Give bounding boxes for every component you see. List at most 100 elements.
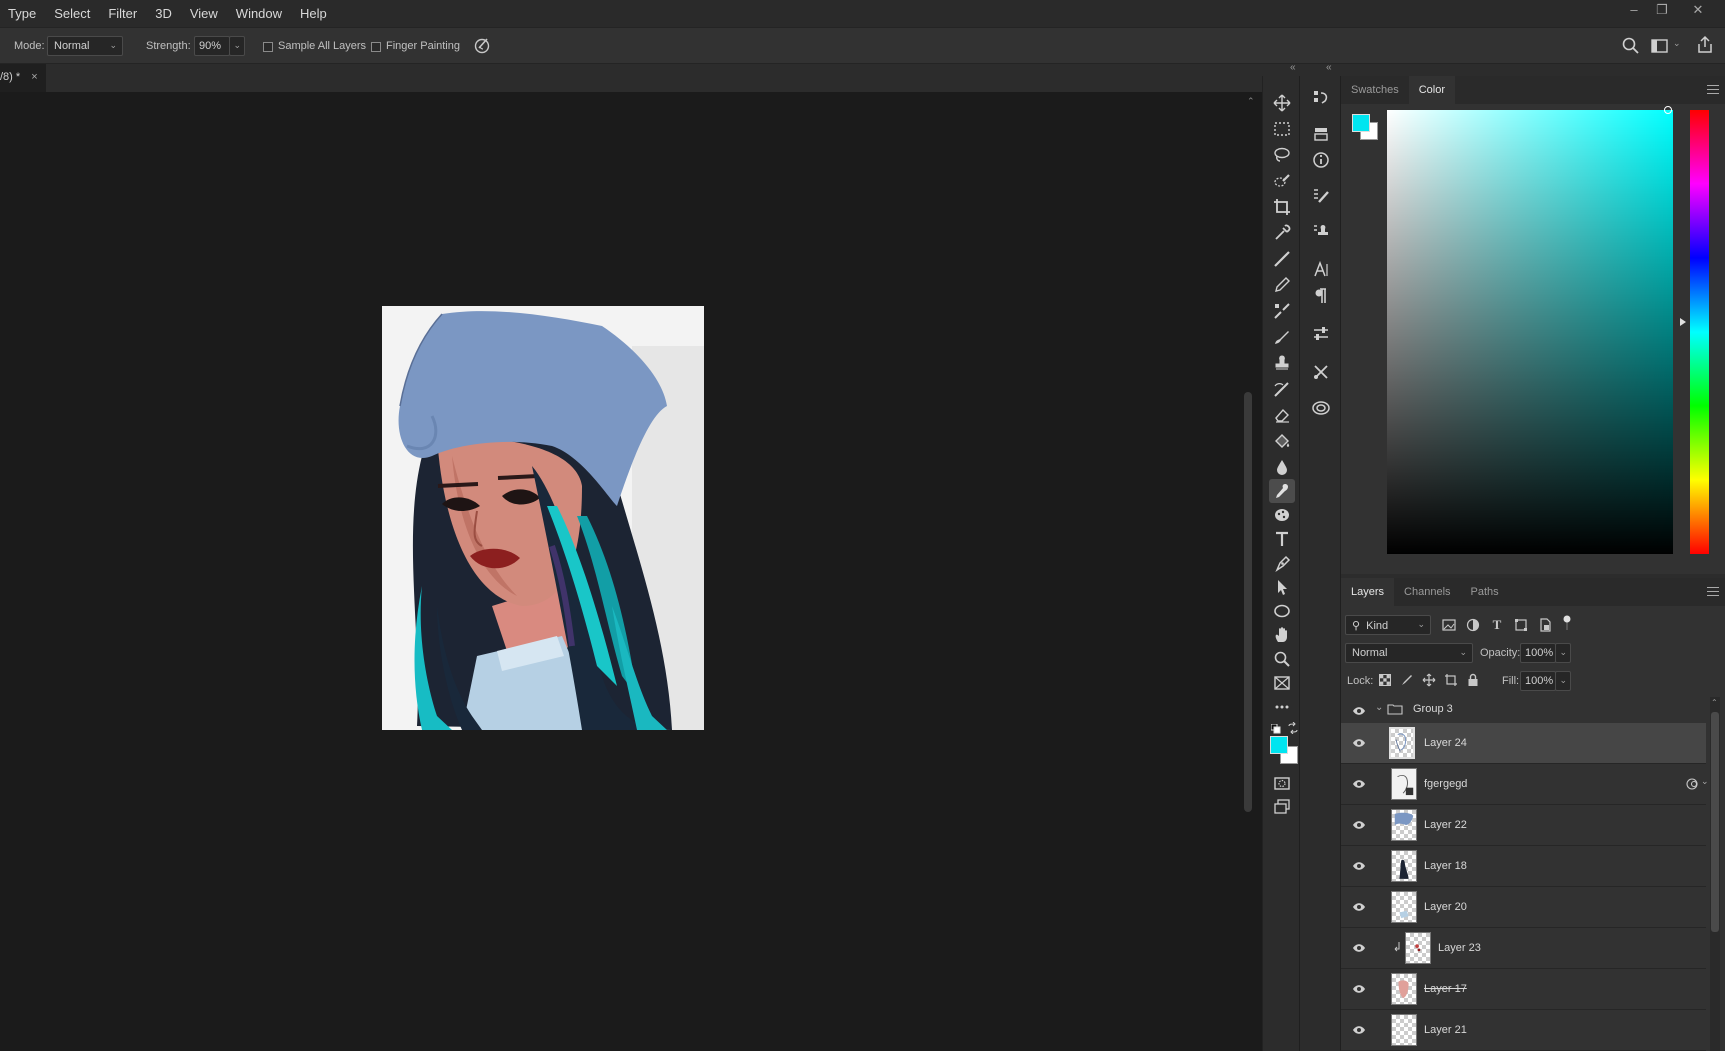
visibility-eye-icon[interactable] [1352,983,1366,997]
swap-colors-icon[interactable] [1287,721,1299,735]
lock-position-icon[interactable] [1420,671,1438,689]
close-icon[interactable]: × [31,71,37,83]
menu-window[interactable]: Window [227,0,291,27]
layer-row[interactable]: Layer 18 [1341,846,1706,887]
mixer-brush-tool-icon[interactable] [1269,299,1295,323]
paint-bucket-tool-icon[interactable] [1269,429,1295,453]
lasso-tool-icon[interactable] [1269,143,1295,167]
visibility-eye-icon[interactable] [1352,942,1366,956]
layer-comps-icon[interactable] [1308,122,1334,146]
document-tab[interactable]: /8) * × [0,64,46,92]
scroll-up-icon[interactable]: ⌃ [1247,96,1255,107]
visibility-eye-icon[interactable] [1352,737,1366,751]
visibility-eye-icon[interactable] [1352,1024,1366,1038]
spot-healing-brush-tool-icon[interactable] [1269,247,1295,271]
more-tools-icon[interactable] [1269,695,1295,719]
path-selection-tool-icon[interactable] [1269,575,1295,599]
smart-filter-icon[interactable] [1686,778,1700,793]
chevron-down-icon[interactable]: ⌄ [1375,702,1383,713]
move-tool-icon[interactable] [1269,91,1295,115]
layer-filter-dropdown[interactable]: ⚲ Kind ⌄ [1345,615,1431,635]
tab-color[interactable]: Color [1408,76,1455,104]
color-picker-field[interactable] [1387,110,1673,554]
menu-filter[interactable]: Filter [99,0,146,27]
close-button[interactable]: ✕ [1684,0,1712,20]
foreground-color-swatch[interactable] [1270,736,1288,754]
paragraph-icon[interactable] [1308,284,1334,308]
filter-toggle-icon[interactable] [1558,614,1576,632]
pencil-tool-icon[interactable] [1269,273,1295,297]
clone-stamp-tool-icon[interactable] [1269,351,1295,375]
filter-pixel-icon[interactable] [1440,616,1458,634]
visibility-eye-icon[interactable] [1352,860,1366,874]
mode-dropdown[interactable]: Normal ⌄ [47,36,123,56]
visibility-eye-icon[interactable] [1352,901,1366,915]
color-picker-cursor[interactable] [1664,106,1672,114]
chevron-down-icon[interactable]: ⌄ [1673,38,1681,49]
filter-adjustment-icon[interactable] [1464,616,1482,634]
default-colors-icon[interactable] [1270,723,1281,734]
fill-input[interactable]: 100% [1520,671,1556,691]
panel-menu-icon[interactable] [1707,587,1719,596]
blend-mode-dropdown[interactable]: Normal ⌄ [1345,643,1473,663]
brush-tool-icon[interactable] [1269,325,1295,349]
scroll-up-icon[interactable]: ⌃ [1711,698,1718,707]
quick-mask-icon[interactable] [1269,771,1295,795]
lock-pixels-icon[interactable] [1398,671,1416,689]
artwork-canvas[interactable] [382,306,704,730]
history-brush-tool-icon[interactable] [1269,377,1295,401]
filter-type-icon[interactable]: T [1488,616,1506,634]
finger-painting-checkbox[interactable] [371,42,381,52]
menu-help[interactable]: Help [291,0,336,27]
menu-select[interactable]: Select [45,0,99,27]
tab-layers[interactable]: Layers [1341,578,1395,606]
frame-tool-icon[interactable] [1269,671,1295,695]
share-icon[interactable] [1695,35,1715,55]
tab-paths[interactable]: Paths [1461,578,1509,606]
lock-artboard-icon[interactable] [1442,671,1460,689]
adjustments-icon[interactable] [1308,322,1334,346]
ellipse-tool-icon[interactable] [1269,599,1295,623]
layers-scrollbar-thumb[interactable] [1711,712,1719,932]
clone-source-icon[interactable] [1308,220,1334,244]
brush-settings-icon[interactable] [1308,184,1334,208]
type-tool-icon[interactable] [1269,527,1295,551]
menu-type[interactable]: Type [0,0,45,27]
character-icon[interactable] [1308,258,1334,282]
pressure-icon[interactable] [472,35,492,55]
tab-swatches[interactable]: Swatches [1341,76,1409,104]
canvas-scrollbar-thumb[interactable] [1244,392,1252,812]
filter-shape-icon[interactable] [1512,616,1530,634]
hue-slider[interactable] [1690,110,1709,554]
opacity-dropdown[interactable]: ⌄ [1555,643,1571,663]
zoom-tool-icon[interactable] [1269,647,1295,671]
layer-row[interactable]: Layer 20 [1341,887,1706,928]
opacity-input[interactable]: 100% [1520,643,1556,663]
lock-all-icon[interactable] [1464,671,1482,689]
marquee-tool-icon[interactable] [1269,117,1295,141]
crop-tool-icon[interactable] [1269,195,1295,219]
tab-channels[interactable]: Channels [1394,578,1460,606]
info-icon[interactable] [1308,148,1334,172]
workspace-icon[interactable] [1650,36,1670,56]
panel-foreground-swatch[interactable] [1352,114,1370,132]
filter-smart-object-icon[interactable] [1536,616,1554,634]
restore-button[interactable]: ❐ [1648,0,1676,20]
hand-tool-icon[interactable] [1269,623,1295,647]
pen-tool-icon[interactable] [1269,551,1295,575]
collapse-left-icon[interactable]: « [1290,62,1296,73]
minimize-button[interactable]: – [1620,0,1648,20]
layer-row[interactable]: Layer 21 [1341,1010,1706,1051]
visibility-eye-icon[interactable] [1352,705,1366,719]
search-icon[interactable] [1621,36,1641,56]
panel-menu-icon[interactable] [1707,85,1719,94]
strength-input[interactable]: 90% [194,36,230,56]
sponge-tool-icon[interactable] [1269,503,1295,527]
layer-row[interactable]: Layer 24 [1341,723,1706,764]
layer-row[interactable]: fgergegd ⌄ [1341,764,1709,805]
layer-row[interactable]: Layer 23 [1341,928,1706,969]
blur-tool-icon[interactable] [1269,455,1295,479]
eyedropper-tool-icon[interactable] [1269,221,1295,245]
sample-all-layers-checkbox[interactable] [263,42,273,52]
layer-group-row[interactable]: ⌄ Group 3 [1341,697,1706,723]
